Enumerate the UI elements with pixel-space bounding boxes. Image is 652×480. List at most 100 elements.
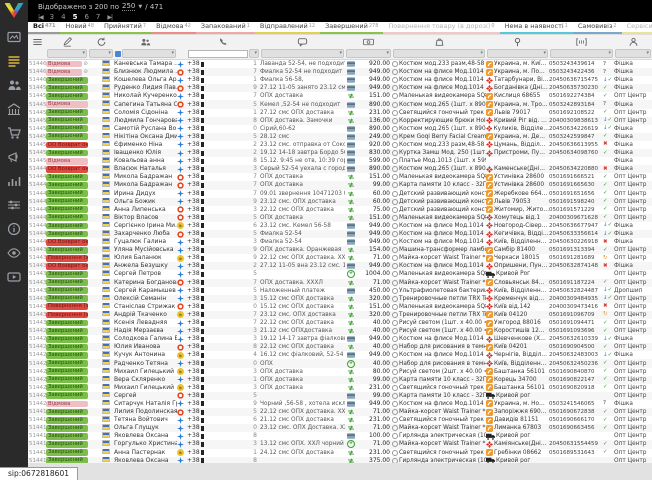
order-row[interactable]: 514426ЗавершенийКучук Антонинаlk+38416.1… xyxy=(28,351,652,359)
customer-phone[interactable]: +382 xyxy=(187,262,260,270)
column-filter[interactable]: ▾ xyxy=(88,49,114,58)
customers-icon[interactable] xyxy=(140,37,151,47)
customer-phone[interactable]: +381 xyxy=(187,60,260,68)
customer-phone[interactable]: +389 xyxy=(187,84,260,92)
customer-phone[interactable]: +385 xyxy=(187,101,260,109)
video-tutorials-icon[interactable] xyxy=(7,270,21,284)
filter-select[interactable]: ▾ xyxy=(393,49,485,58)
column-filter[interactable]: ▾ xyxy=(260,49,345,58)
last-page-button[interactable]: ▶| xyxy=(107,14,112,21)
order-row[interactable]: 514459ЗавершенийРуденко Лидия Пав…+38927… xyxy=(28,84,652,92)
location-icon[interactable] xyxy=(512,37,523,47)
order-row[interactable]: 514461Відмова⊘Близнюк Людмила …+387Фиалк… xyxy=(28,68,652,76)
customer-phone[interactable]: +380 xyxy=(187,125,260,133)
filter-select[interactable]: ▾ xyxy=(261,49,344,58)
customer-phone[interactable]: +383 xyxy=(187,165,260,173)
order-row[interactable]: 514460ЗавершенийКошелева Ольга Ар…+381Фи… xyxy=(28,76,652,84)
warehouse-icon[interactable] xyxy=(7,102,21,116)
customer-phone[interactable]: +381 xyxy=(187,76,260,84)
customer-phone[interactable]: +385 xyxy=(187,287,260,295)
phone-icon[interactable] xyxy=(218,37,229,47)
order-row[interactable]: 514422ЗавершенийМихаил Гилецькийlk+383ОП… xyxy=(28,384,652,392)
filter-select[interactable]: ▾ xyxy=(89,49,113,58)
order-row[interactable]: 514441ЗавершенийЗахарченко Люба+385Фиалк… xyxy=(28,230,652,238)
customer-phone[interactable]: +387 xyxy=(187,319,260,327)
column-filter[interactable]: ▾ xyxy=(486,49,549,58)
products-icon[interactable] xyxy=(434,37,445,47)
order-row[interactable]: 514423ЗавершенийВера Скляренко+381ОПХ до… xyxy=(28,376,652,384)
customer-phone[interactable]: +389 xyxy=(187,198,260,206)
order-row[interactable]: 514451ЗавершенийІващенко Юлія+38219.12 1… xyxy=(28,149,652,157)
first-page-button[interactable]: |◀ xyxy=(38,14,43,21)
customer-phone[interactable]: +385 xyxy=(187,408,260,416)
order-row[interactable]: 514450ВідмоваКовальова анна+38815.12. 9:… xyxy=(28,157,652,165)
order-row[interactable]: 514439ЗавершенийУляна Мусійовська+389ОПХ… xyxy=(28,246,652,254)
order-row[interactable]: 514446ЗавершенийИрина Дидух+38709.01 зве… xyxy=(28,190,652,198)
customer-phone[interactable]: +381 xyxy=(187,376,260,384)
tab-status-10[interactable]: Сервіси0 xyxy=(622,22,652,34)
customer-phone[interactable]: +383 xyxy=(187,335,260,343)
filter-select[interactable]: ▾ xyxy=(615,49,651,58)
order-row[interactable]: 514457ВідмоваСапегина Татьяна С…+385Кеме… xyxy=(28,100,652,108)
customer-phone[interactable]: +389 xyxy=(187,246,260,254)
page-4-button[interactable]: 4 xyxy=(61,13,65,21)
tab-status-7[interactable]: Повернення товару (в дорозі)0 xyxy=(383,22,499,34)
customer-phone[interactable]: +380 xyxy=(187,303,260,311)
statistics-icon[interactable] xyxy=(7,174,21,188)
edit-icon[interactable] xyxy=(62,37,73,47)
tab-all[interactable]: Всі471 xyxy=(28,22,60,34)
page-size-dropdown[interactable]: 250 xyxy=(122,2,135,11)
filter-select[interactable]: ▾ xyxy=(550,49,613,58)
customer-phone[interactable]: +386 xyxy=(187,222,260,230)
order-row[interactable]: 514414ЗавершенийАнна Пастернакlk+38124.1… xyxy=(28,449,652,457)
order-row[interactable]: 514447ЗавершенийМикола Бадражан+387ОПХ д… xyxy=(28,181,652,189)
customer-phone[interactable]: +389 xyxy=(187,254,260,262)
order-row[interactable]: 514417ЗавершенийОльга Глущук+38023.12 см… xyxy=(28,424,652,432)
filter-select[interactable]: ▾ xyxy=(47,49,87,58)
order-row[interactable]: 514462Відмова⊘Каневська Тамара …+381Лава… xyxy=(28,60,652,68)
clients-icon[interactable] xyxy=(7,78,21,92)
order-row[interactable]: 514419ЗавершенийЛилия Подолинская+38522.… xyxy=(28,408,652,416)
app-logo-icon[interactable] xyxy=(5,3,24,18)
settings-sliders-icon[interactable] xyxy=(7,198,21,212)
order-row[interactable]: 514442ЗавершенийСергієнко Ірина Ми…lk+38… xyxy=(28,222,652,230)
order-row[interactable]: 514431Повернення (з…Андрій Ткаченкоlk+38… xyxy=(28,311,652,319)
customer-phone[interactable]: +380 xyxy=(187,360,260,368)
order-row[interactable]: 514452DO Возврат ок…Єфименко Ніна+38223.… xyxy=(28,141,652,149)
customer-phone[interactable]: +383 xyxy=(187,327,260,335)
filter-select[interactable]: ▾ xyxy=(487,49,548,58)
money-icon[interactable] xyxy=(363,37,374,47)
orders-list-icon[interactable] xyxy=(7,54,21,68)
column-filter[interactable]: ▾ xyxy=(345,49,392,58)
ttn-icon[interactable] xyxy=(576,37,587,47)
order-row[interactable]: 514438Повернення (з…Юлия Баланюкlk+38922… xyxy=(28,254,652,262)
order-row[interactable]: 514453ЗавершенийНікітіна Оксана Дми…+385… xyxy=(28,133,652,141)
tab-status-1[interactable]: Новий48 xyxy=(60,22,99,34)
order-row[interactable]: 514455ЗавершенийЛюдмила Гончарова+388ОПХ… xyxy=(28,117,652,125)
page-5-button[interactable]: 5 xyxy=(73,13,78,21)
tab-status-4[interactable]: Запакований1 xyxy=(196,22,255,34)
order-row[interactable]: 514435ЗавершенийКатерина Богданова+387ОП… xyxy=(28,279,652,287)
order-row[interactable]: 514444ЗавершенийАнна Липенська+38322.12 … xyxy=(28,206,652,214)
customer-phone[interactable]: +385 xyxy=(187,133,260,141)
order-row[interactable]: 514437DO Возврат ок…Анжела Безушку+38227… xyxy=(28,262,652,270)
customer-phone[interactable]: +381 xyxy=(187,109,260,117)
order-row[interactable]: 514420ВідмоваСитарчук Наталія Гр…+389Чор… xyxy=(28,400,652,408)
order-row[interactable]: 514436ЗавершенийСергей Петров+385₴1004.0… xyxy=(28,270,652,278)
customer-phone[interactable]: +388 xyxy=(187,157,260,165)
order-row[interactable]: 514443ЗавершенийВіктор Власов+385ОПХ дос… xyxy=(28,214,652,222)
order-row[interactable]: 514430ЗавершенийКсенія Левадняя+38722.12… xyxy=(28,319,652,327)
order-row[interactable]: 514425ЗавершенийРадченко Тетяна+380ОПХ₴4… xyxy=(28,359,652,367)
page-6-button[interactable]: 6 xyxy=(84,13,88,21)
column-filter[interactable]: ▾ xyxy=(46,49,88,58)
customer-phone[interactable]: +381 xyxy=(187,449,260,457)
tab-status-6[interactable]: Завершений278 xyxy=(320,22,383,34)
cart-icon[interactable] xyxy=(7,126,21,140)
customer-phone[interactable]: +387 xyxy=(187,311,260,319)
customer-phone[interactable]: +386 xyxy=(187,416,260,424)
order-row[interactable]: 514440DO Возврат ок…Гуцалюк Галина+383Фи… xyxy=(28,238,652,246)
customer-phone[interactable]: +387 xyxy=(187,92,260,100)
order-row[interactable]: 514454ЗавершенийСамотій Руслана Во…+380С… xyxy=(28,125,652,133)
tab-status-5[interactable]: Відправлений12 xyxy=(255,22,320,34)
tab-status-3[interactable]: Відмова42 xyxy=(151,22,196,34)
